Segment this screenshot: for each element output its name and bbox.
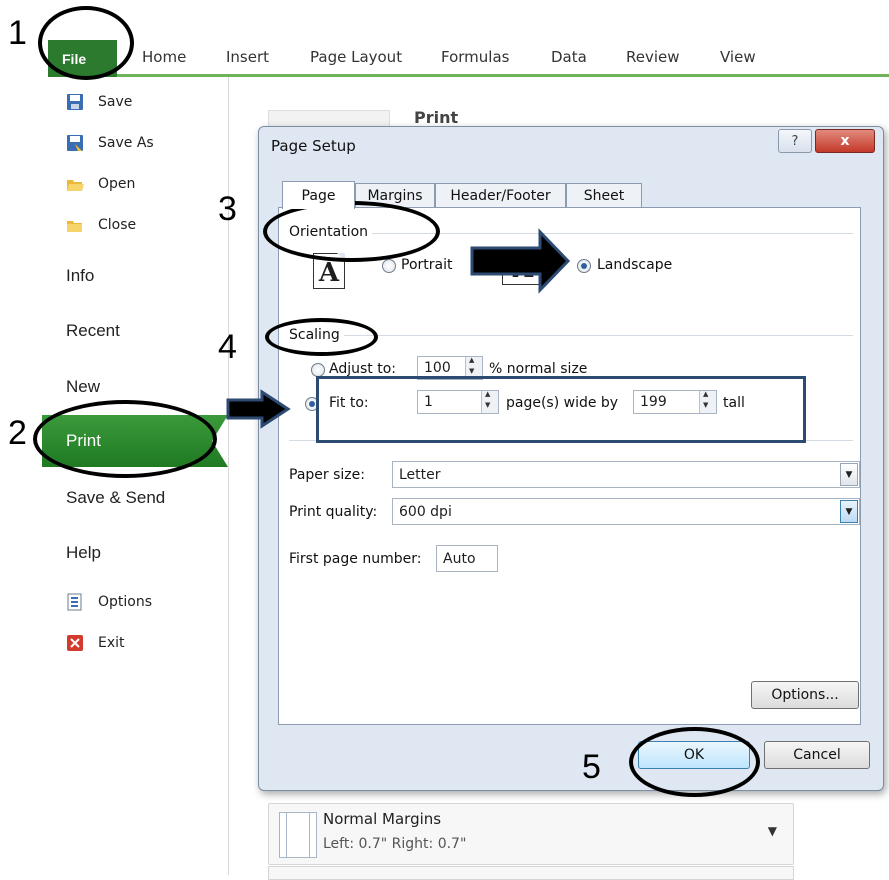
annotation-arrows (226, 228, 571, 429)
tab-page[interactable]: Page (282, 181, 355, 209)
arrow-to-landscape-icon (470, 228, 571, 294)
arrow-to-fit-to-icon (226, 389, 291, 429)
